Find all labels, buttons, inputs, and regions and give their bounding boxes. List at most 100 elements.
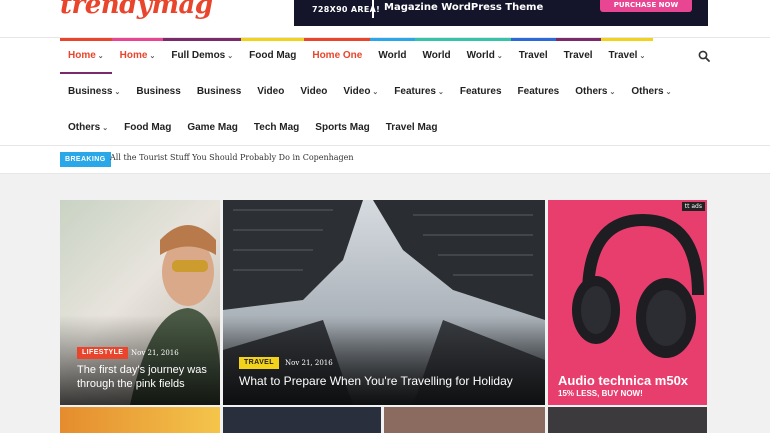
nav-item[interactable]: Others ⌄ (60, 110, 116, 146)
nav-item[interactable]: Others ⌄ (623, 74, 679, 110)
nav-color-bar (370, 38, 415, 41)
post-date: Nov 21, 2016 (131, 349, 179, 357)
nav-item-label: Features (459, 86, 502, 97)
nav-item[interactable]: Features (510, 74, 568, 110)
nav-item[interactable]: Tech Mag (246, 110, 307, 146)
nav-item[interactable]: Features (452, 74, 510, 110)
nav-item-label: Travel (518, 50, 548, 61)
nav-item[interactable]: Food Mag (116, 110, 179, 146)
breaking-headline[interactable]: All the Tourist Stuff You Should Probabl… (110, 153, 354, 162)
nav-item-label: Features (394, 86, 436, 97)
post-thumbnail[interactable] (384, 407, 545, 433)
nav-item[interactable]: Travel Mag (378, 110, 446, 146)
chevron-down-icon: ⌄ (665, 89, 672, 96)
nav-item[interactable]: World ⌄ (458, 38, 511, 74)
nav-color-bar (60, 38, 112, 41)
nav-item[interactable]: World (414, 38, 459, 74)
ad-size-label: 728X90 AREA! (312, 5, 381, 14)
nav-item[interactable]: Food Mag (241, 38, 305, 74)
category-tag[interactable]: LIFESTYLE (77, 347, 129, 359)
post-thumbnail[interactable] (60, 407, 220, 433)
nav-color-bar (510, 38, 556, 41)
nav-item[interactable]: Home One (304, 38, 371, 74)
nav-item[interactable]: Sports Mag (307, 110, 377, 146)
top-bar: trendymag 728X90 AREA! Magazine WordPres… (0, 0, 770, 38)
nav-item-label: Full Demos (171, 50, 226, 61)
nav-item[interactable]: Video (292, 74, 335, 110)
post-thumbnail[interactable] (548, 407, 707, 433)
post-thumbnail[interactable] (223, 407, 381, 433)
nav-item-label: Business (68, 86, 113, 97)
featured-card-lifestyle[interactable]: LIFESTYLE Nov 21, 2016 The first day's j… (60, 200, 220, 405)
nav-item[interactable]: Game Mag (179, 110, 246, 146)
nav-item-label: World (422, 50, 451, 61)
sidebar-ad-card[interactable]: tt ads Audio technica m50x 15% LESS, BUY… (548, 200, 707, 405)
nav-item-label: Video (257, 86, 285, 97)
chevron-down-icon: ⌄ (437, 89, 444, 96)
nav-item-label: Home (119, 50, 148, 61)
ad-product-subtitle: 15% LESS, BUY NOW! (558, 389, 643, 398)
nav-item-label: Food Mag (249, 50, 297, 61)
nav-item[interactable]: Travel ⌄ (600, 38, 654, 74)
nav-color-bar (304, 38, 371, 41)
nav-item[interactable]: Business (189, 74, 249, 110)
chevron-down-icon: ⌄ (149, 53, 156, 60)
nav-item[interactable]: World (370, 38, 415, 74)
search-icon[interactable] (698, 50, 710, 62)
nav-row-1: Home ⌄ Home ⌄ Full Demos ⌄ Food Mag Home One Wor… (60, 38, 654, 74)
ad-purchase-button[interactable]: PURCHASE NOW (600, 0, 692, 12)
nav-item-label: Features (517, 86, 560, 97)
nav-item[interactable]: Features ⌄ (386, 74, 452, 110)
nav-item-label: Others (575, 86, 608, 97)
nav-color-bar (241, 38, 305, 41)
nav-item[interactable]: Full Demos ⌄ (163, 38, 242, 74)
nav-item-label: Sports Mag (315, 122, 370, 133)
site-logo[interactable]: trendymag (60, 0, 213, 20)
chevron-down-icon: ⌄ (372, 89, 379, 96)
nav-item-label: Game Mag (187, 122, 238, 133)
nav-item[interactable]: Home ⌄ (60, 38, 112, 74)
post-headline[interactable]: What to Prepare When You're Travelling f… (239, 374, 539, 389)
nav-row-2: Business ⌄ Business Business Video Video Video… (60, 74, 679, 110)
nav-color-bar (555, 38, 601, 41)
nav-row-3: Others ⌄ Food Mag Game Mag Tech Mag Sports Ma… (60, 110, 445, 146)
featured-grid: LIFESTYLE Nov 21, 2016 The first day's j… (0, 174, 770, 433)
nav-item[interactable]: Business ⌄ (60, 74, 128, 110)
nav-item[interactable]: Video ⌄ (335, 74, 386, 110)
nav-color-bar (111, 38, 164, 41)
chevron-down-icon: ⌄ (97, 53, 104, 60)
ad-product-title: Audio technica m50x (558, 373, 689, 388)
chevron-down-icon: ⌄ (609, 89, 616, 96)
nav-item-label: Home One (312, 50, 363, 61)
ad-divider (372, 0, 374, 18)
active-nav-underline (60, 72, 112, 74)
nav-item[interactable]: Video (249, 74, 292, 110)
breaking-news-bar: BREAKING All the Tourist Stuff You Shoul… (0, 146, 770, 174)
header-ad-banner[interactable]: 728X90 AREA! Magazine WordPress Theme PU… (294, 0, 708, 26)
post-headline[interactable]: The first day's journey was through the … (77, 363, 217, 391)
nav-item[interactable]: Travel (510, 38, 556, 74)
nav-item-label: Business (196, 86, 242, 97)
nav-item[interactable]: Home ⌄ (111, 38, 164, 74)
nav-item-label: Business (136, 86, 181, 97)
nav-item[interactable]: Travel (555, 38, 601, 74)
nav-color-bar (414, 38, 459, 41)
breaking-badge: BREAKING (60, 152, 111, 167)
featured-card-travel[interactable]: TRAVEL Nov 21, 2016 What to Prepare When… (223, 200, 545, 405)
nav-item-label: Travel Mag (385, 122, 438, 133)
nav-item[interactable]: Others ⌄ (567, 74, 623, 110)
post-date: Nov 21, 2016 (285, 359, 333, 367)
nav-color-bar (600, 38, 654, 41)
nav-item-label: Video (300, 86, 328, 97)
card-shade (60, 315, 220, 405)
ad-text: Magazine WordPress Theme (384, 2, 544, 13)
nav-item-label: Video (343, 86, 371, 97)
main-navigation: Home ⌄ Home ⌄ Full Demos ⌄ Food Mag Home One Wor… (0, 38, 770, 146)
nav-color-bar (163, 38, 242, 41)
category-tag[interactable]: TRAVEL (239, 357, 279, 369)
nav-item-label: Food Mag (124, 122, 172, 133)
nav-item-label: Travel (563, 50, 593, 61)
nav-item[interactable]: Business (128, 74, 188, 110)
nav-item-label: World (378, 50, 407, 61)
nav-item-label: World (466, 50, 495, 61)
